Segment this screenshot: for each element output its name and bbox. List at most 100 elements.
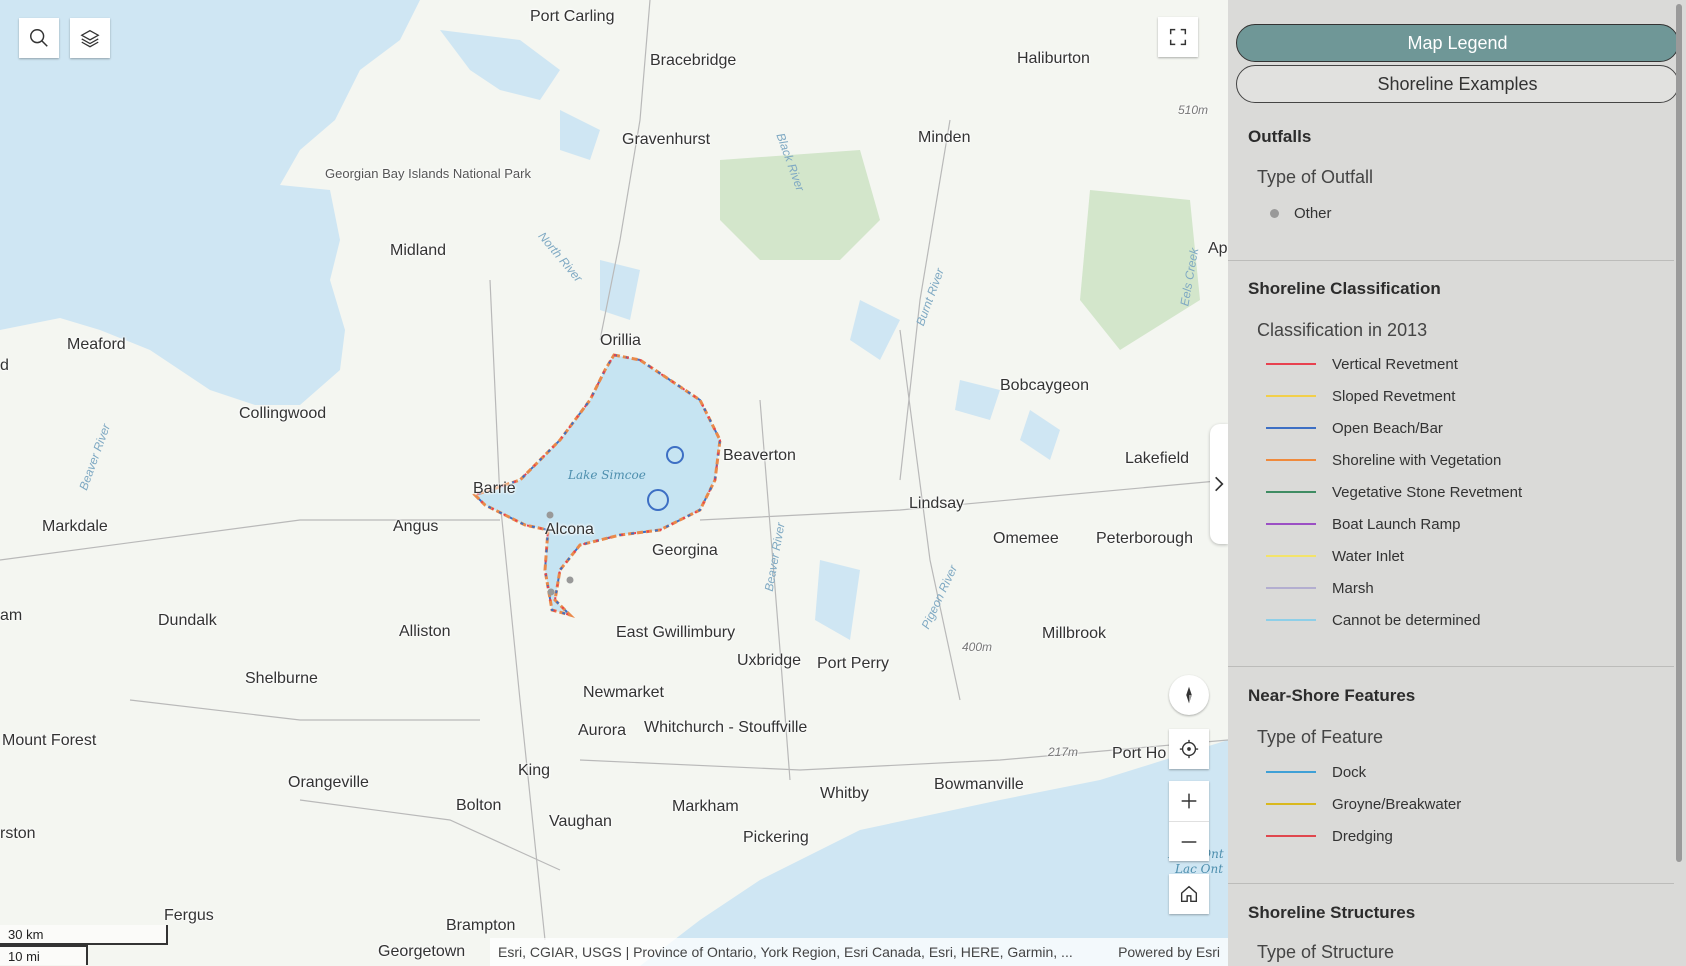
legend-item: Vertical Revetment [1266, 354, 1458, 374]
search-icon [30, 29, 48, 47]
legend-item: Open Beach/Bar [1266, 418, 1443, 438]
place-label: Port Ho [1112, 745, 1167, 762]
legend-section-shoreline-structures: Shoreline Structures Type of Structure [1228, 883, 1674, 966]
section-subtitle: Type of Feature [1257, 727, 1384, 747]
place-label: Millbrook [1042, 625, 1107, 642]
locate-icon [1179, 739, 1199, 759]
place-label: Whitchurch - Stouffville [644, 719, 808, 736]
tab-shoreline-examples[interactable]: Shoreline Examples [1236, 65, 1679, 103]
place-label: Meaford [67, 336, 126, 353]
section-subtitle: Type of Outfall [1257, 167, 1374, 187]
fullscreen-button[interactable] [1158, 17, 1198, 57]
legend-item: Marsh [1266, 578, 1374, 598]
place-label: Bobcaygeon [1000, 377, 1089, 394]
place-label: Aurora [578, 722, 627, 739]
place-label: Georgetown [378, 943, 466, 960]
legend-item-label: Groyne/Breakwater [1332, 795, 1462, 813]
legend-item-label: Boat Launch Ramp [1332, 515, 1461, 533]
basemap [0, 0, 1228, 966]
dot-swatch [1270, 208, 1279, 218]
place-label: Uxbridge [737, 652, 802, 669]
section-title: Outfalls [1248, 127, 1312, 146]
scale-km: 30 km [0, 925, 168, 945]
legend-item: Shoreline with Vegetation [1266, 450, 1501, 470]
legend-item: Cannot be determined [1266, 610, 1480, 630]
legend-section-shoreline-classification: Shoreline Classification Classification … [1228, 260, 1674, 666]
scale-mi: 10 mi [0, 945, 88, 965]
place-label: Markdale [42, 518, 108, 535]
line-swatch [1266, 587, 1316, 589]
layers-icon [80, 29, 100, 48]
compass-icon [1186, 686, 1192, 704]
powered-by-esri-link[interactable]: Powered by Esri [1118, 944, 1228, 960]
place-label: Markham [672, 798, 739, 815]
place-label: Omemee [993, 530, 1059, 547]
place-label: Fergus [164, 907, 214, 924]
tab-map-legend[interactable]: Map Legend [1236, 24, 1679, 62]
legend-item-label: Other [1294, 204, 1332, 222]
attribution-bar[interactable]: Esri, CGIAR, USGS | Province of Ontario,… [490, 938, 1228, 966]
park-label: Georgian Bay Islands National Park [325, 166, 531, 181]
place-label: Beaverton [723, 447, 796, 464]
place-label: Barrie [473, 480, 516, 497]
legend-item-label: Vegetative Stone Revetment [1332, 483, 1523, 501]
place-label: Angus [393, 518, 439, 535]
place-label: rston [0, 825, 36, 842]
place-label: Dundalk [158, 612, 217, 629]
line-swatch [1266, 427, 1316, 429]
legend-item: Boat Launch Ramp [1266, 514, 1460, 534]
line-swatch [1266, 555, 1316, 557]
attribution-text[interactable]: Esri, CGIAR, USGS | Province of Ontario,… [498, 944, 1108, 960]
legend-item-label: Marsh [1332, 579, 1374, 597]
scale-bar: 30 km 10 mi [0, 925, 168, 965]
place-label: Minden [918, 129, 971, 146]
place-label: am [0, 607, 23, 624]
zoom-out-button[interactable] [1169, 821, 1209, 862]
place-label: Bolton [456, 797, 502, 814]
minus-icon [1181, 841, 1197, 843]
line-swatch [1266, 771, 1316, 773]
layers-button[interactable] [70, 18, 110, 58]
zoom-controls [1169, 781, 1209, 861]
line-swatch [1266, 491, 1316, 493]
place-label: Brampton [446, 917, 516, 934]
line-swatch [1266, 523, 1316, 525]
legend-item: Vegetative Stone Revetment [1266, 482, 1522, 502]
elevation-label: 217m [1048, 745, 1079, 759]
section-title: Shoreline Structures [1248, 903, 1416, 922]
place-label: Bracebridge [650, 52, 737, 69]
legend-item-label: Dock [1332, 763, 1367, 781]
place-label: Mount Forest [2, 732, 97, 749]
place-label: Midland [390, 242, 447, 259]
home-button[interactable] [1169, 874, 1209, 914]
place-label: Port Perry [817, 655, 890, 672]
zoom-in-button[interactable] [1169, 781, 1209, 821]
legend-item-label: Shoreline with Vegetation [1332, 451, 1502, 469]
map-view[interactable]: Port Carling Bracebridge Haliburton Grav… [0, 0, 1228, 966]
line-swatch [1266, 803, 1316, 805]
search-button[interactable] [19, 18, 59, 58]
compass-button[interactable] [1169, 675, 1209, 715]
home-icon [1180, 885, 1198, 903]
place-label: Alliston [399, 623, 451, 640]
locate-button[interactable] [1169, 729, 1209, 769]
legend-item: Other [1268, 203, 1332, 223]
place-label: Peterborough [1096, 530, 1193, 547]
collapse-panel-button[interactable] [1210, 424, 1228, 544]
place-label: Gravenhurst [622, 131, 711, 148]
place-label: Orillia [600, 332, 641, 349]
elevation-label: 400m [962, 640, 993, 654]
place-label: Alcona [545, 521, 594, 538]
elevation-label: 510m [1178, 103, 1209, 117]
chevron-right-icon [1215, 476, 1224, 492]
place-label: Ap [1208, 240, 1228, 257]
place-label: Newmarket [583, 684, 664, 701]
place-label: Pickering [743, 829, 809, 846]
place-label: Lakefield [1125, 450, 1190, 467]
legend-scrollbar[interactable] [1676, 4, 1682, 862]
place-label: Shelburne [245, 670, 318, 687]
legend-item-label: Dredging [1332, 827, 1393, 845]
legend-item-label: Vertical Revetment [1332, 355, 1458, 373]
legend-section-outfalls: Outfalls Type of Outfall Other [1228, 116, 1674, 260]
place-label: Vaughan [549, 813, 612, 830]
